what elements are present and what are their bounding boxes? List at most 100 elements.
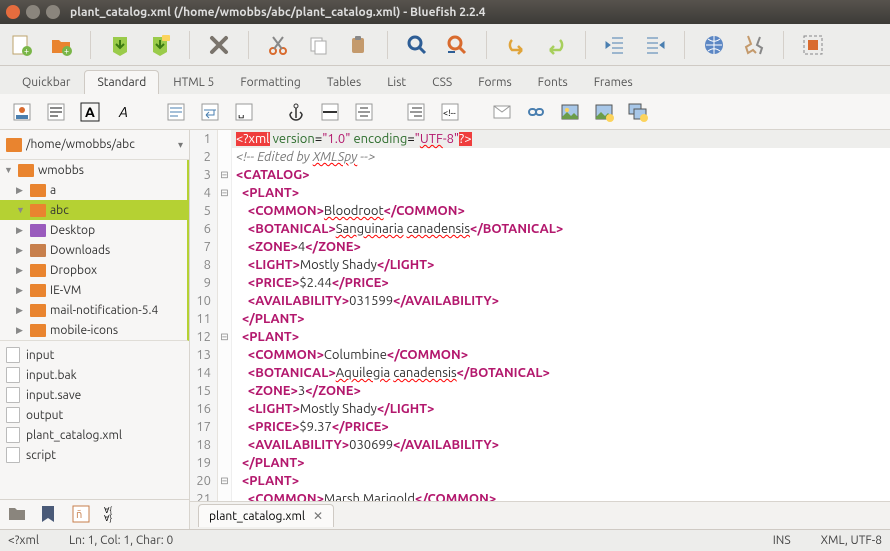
code-content[interactable]: <LIGHT>Mostly Shady</LIGHT>: [232, 400, 434, 418]
fold-icon[interactable]: [218, 418, 232, 436]
code-content[interactable]: <PRICE>$9.37</PRICE>: [232, 418, 389, 436]
code-content[interactable]: <LIGHT>Mostly Shady</LIGHT>: [232, 256, 434, 274]
rightalign-icon[interactable]: [404, 100, 428, 124]
redo-button[interactable]: [543, 32, 569, 58]
fold-icon[interactable]: [218, 256, 232, 274]
fold-icon[interactable]: [218, 454, 232, 472]
paragraph-icon[interactable]: [164, 100, 188, 124]
fold-icon[interactable]: [218, 274, 232, 292]
snippets-icon[interactable]: ∀{∀}: [104, 505, 124, 525]
code-line[interactable]: 7 <ZONE>4</ZONE>: [190, 238, 890, 256]
code-content[interactable]: <CATALOG>: [232, 166, 310, 184]
fold-icon[interactable]: [218, 292, 232, 310]
cut-button[interactable]: [265, 32, 291, 58]
file-item[interactable]: output: [0, 405, 189, 425]
fold-icon[interactable]: [218, 382, 232, 400]
tab-frames[interactable]: Frames: [582, 71, 645, 94]
file-list[interactable]: inputinput.bakinput.saveoutputplant_cata…: [0, 341, 189, 499]
tab-list[interactable]: List: [375, 71, 418, 94]
code-content[interactable]: <?xml version="1.0" encoding="UTF-8"?>: [232, 130, 472, 148]
code-line[interactable]: 10 <AVAILABILITY>031599</AVAILABILITY>: [190, 292, 890, 310]
expand-icon[interactable]: ▶: [16, 185, 26, 196]
code-view[interactable]: 1<?xml version="1.0" encoding="UTF-8"?>2…: [190, 130, 890, 501]
file-item[interactable]: input: [0, 345, 189, 365]
link-icon[interactable]: [524, 100, 548, 124]
tab-fonts[interactable]: Fonts: [526, 71, 580, 94]
save-button[interactable]: [107, 32, 133, 58]
tab-quickbar[interactable]: Quickbar: [10, 71, 82, 94]
file-item[interactable]: input.save: [0, 385, 189, 405]
code-content[interactable]: <COMMON>Bloodroot</COMMON>: [232, 202, 465, 220]
code-line[interactable]: 9 <PRICE>$2.44</PRICE>: [190, 274, 890, 292]
code-line[interactable]: 4⊟ <PLANT>: [190, 184, 890, 202]
close-icon[interactable]: [6, 5, 20, 19]
body-icon[interactable]: [44, 100, 68, 124]
code-line[interactable]: 13 <COMMON>Columbine</COMMON>: [190, 346, 890, 364]
fold-icon[interactable]: [218, 238, 232, 256]
code-content[interactable]: <BOTANICAL>Sanguinaria canadensis</BOTAN…: [232, 220, 563, 238]
expand-icon[interactable]: ▶: [16, 325, 26, 336]
status-encoding[interactable]: XML, UTF-8: [821, 534, 882, 547]
preferences-button[interactable]: [741, 32, 767, 58]
code-line[interactable]: 21 <COMMON>Marsh Marigold</COMMON>: [190, 490, 890, 501]
tree-item[interactable]: ▼abc: [0, 200, 187, 220]
tree-item[interactable]: ▼wmobbs: [0, 160, 187, 180]
hrule-icon[interactable]: [318, 100, 342, 124]
code-line[interactable]: 8 <LIGHT>Mostly Shady</LIGHT>: [190, 256, 890, 274]
code-line[interactable]: 3⊟<CATALOG>: [190, 166, 890, 184]
fold-icon[interactable]: [218, 400, 232, 418]
fold-icon[interactable]: [218, 364, 232, 382]
code-line[interactable]: 14 <BOTANICAL>Aquilegia canadensis</BOTA…: [190, 364, 890, 382]
fold-icon[interactable]: [218, 202, 232, 220]
code-line[interactable]: 16 <LIGHT>Mostly Shady</LIGHT>: [190, 400, 890, 418]
paste-button[interactable]: [345, 32, 371, 58]
image-icon[interactable]: [558, 100, 582, 124]
copy-button[interactable]: [305, 32, 331, 58]
fold-icon[interactable]: ⊟: [218, 328, 232, 346]
fold-icon[interactable]: ⊟: [218, 166, 232, 184]
tree-item[interactable]: ▶mail-notification-5.4: [0, 300, 187, 320]
expand-icon[interactable]: ▶: [16, 285, 26, 296]
tree-item[interactable]: ▶IE-VM: [0, 280, 187, 300]
code-content[interactable]: <AVAILABILITY>030699</AVAILABILITY>: [232, 436, 499, 454]
tab-html-5[interactable]: HTML 5: [161, 71, 226, 94]
new-file-button[interactable]: +: [8, 32, 34, 58]
expand-icon[interactable]: ▶: [16, 245, 26, 256]
find-replace-button[interactable]: [444, 32, 470, 58]
tree-item[interactable]: ▶a: [0, 180, 187, 200]
code-line[interactable]: 19 </PLANT>: [190, 454, 890, 472]
close-file-button[interactable]: [206, 32, 232, 58]
tab-css[interactable]: CSS: [420, 71, 464, 94]
break-icon[interactable]: [198, 100, 222, 124]
fold-icon[interactable]: [218, 148, 232, 166]
filebrowser-icon[interactable]: [8, 505, 28, 525]
save-as-button[interactable]: [147, 32, 173, 58]
thumbnail-icon[interactable]: [592, 100, 616, 124]
file-item[interactable]: plant_catalog.xml: [0, 425, 189, 445]
code-content[interactable]: <!-- Edited by XMLSpy -->: [232, 148, 375, 166]
tree-item[interactable]: ▶mobile-icons: [0, 320, 187, 340]
fold-icon[interactable]: ⊟: [218, 184, 232, 202]
close-tab-icon[interactable]: ✕: [313, 509, 323, 523]
fold-icon[interactable]: [218, 346, 232, 364]
fold-icon[interactable]: ⊟: [218, 472, 232, 490]
indent-button[interactable]: [642, 32, 668, 58]
email-icon[interactable]: [490, 100, 514, 124]
code-content[interactable]: <BOTANICAL>Aquilegia canadensis</BOTANIC…: [232, 364, 550, 382]
undo-button[interactable]: [503, 32, 529, 58]
code-line[interactable]: 15 <ZONE>3</ZONE>: [190, 382, 890, 400]
charmap-icon[interactable]: ñ: [72, 505, 92, 525]
center-icon[interactable]: [352, 100, 376, 124]
tree-item[interactable]: ▶Desktop: [0, 220, 187, 240]
fold-icon[interactable]: [218, 436, 232, 454]
code-line[interactable]: 11 </PLANT>: [190, 310, 890, 328]
code-line[interactable]: 5 <COMMON>Bloodroot</COMMON>: [190, 202, 890, 220]
code-content[interactable]: <PLANT>: [232, 328, 299, 346]
code-content[interactable]: </PLANT>: [232, 454, 305, 472]
nbsp-icon[interactable]: ␣: [232, 100, 256, 124]
path-selector[interactable]: /home/wmobbs/abc ▾: [0, 130, 189, 160]
code-content[interactable]: <COMMON>Columbine</COMMON>: [232, 346, 468, 364]
fold-icon[interactable]: [218, 310, 232, 328]
code-content[interactable]: <PLANT>: [232, 472, 299, 490]
bold-icon[interactable]: A: [78, 100, 102, 124]
